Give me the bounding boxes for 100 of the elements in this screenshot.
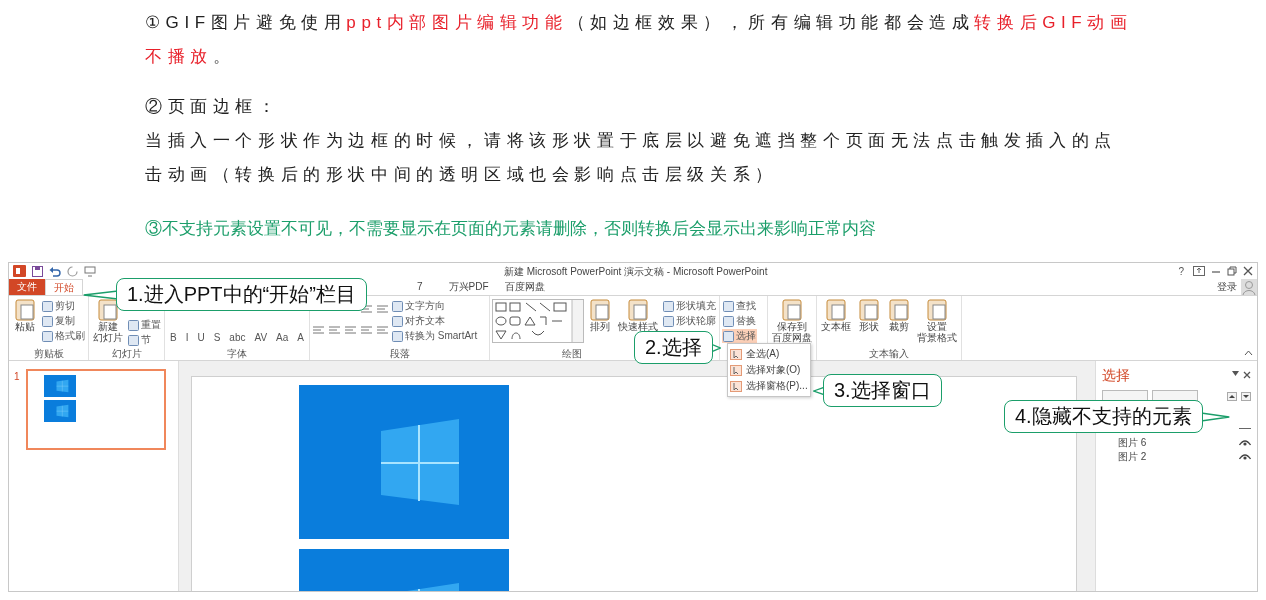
ribbon-button[interactable]: 形状填充	[662, 299, 717, 313]
menu-item[interactable]: 选择窗格(P)...	[730, 378, 808, 394]
group-label: 绘图	[562, 348, 582, 359]
ribbon-options-icon[interactable]	[1193, 266, 1205, 276]
tool-icon	[128, 334, 139, 346]
picture	[43, 375, 76, 397]
format-button[interactable]: abc	[226, 329, 249, 345]
collapse-ribbon-icon[interactable]	[1244, 350, 1253, 356]
format-button[interactable]: I	[182, 329, 192, 345]
format-button[interactable]: AV	[251, 329, 271, 345]
tool-icon	[663, 300, 674, 312]
menu-item[interactable]: 选择对象(O)	[730, 362, 808, 378]
ribbon-tab[interactable]: 开始	[45, 279, 83, 295]
hidden-dash-icon[interactable]	[1239, 427, 1251, 431]
tool-icon	[626, 299, 650, 321]
group-label: 字体	[227, 348, 247, 359]
tool-icon	[925, 299, 949, 321]
eye-icon[interactable]	[1239, 439, 1251, 447]
slide-number: 1	[14, 370, 20, 384]
ribbon-button[interactable]: 设置 背景格式	[915, 299, 959, 343]
tool-icon	[96, 299, 120, 321]
ribbon-button[interactable]: 节	[127, 333, 162, 347]
tool-icon	[42, 300, 53, 312]
tool-icon	[824, 299, 848, 321]
slide-thumbnail[interactable]	[25, 369, 166, 450]
tool-icon	[857, 299, 881, 321]
ribbon-button[interactable]: 保存到 百度网盘	[770, 299, 814, 343]
ribbon-button[interactable]: 选择	[722, 329, 757, 343]
ribbon-button[interactable]: 形状	[855, 299, 883, 332]
ribbon-button[interactable]: 粘贴	[11, 299, 39, 332]
ribbon-button[interactable]: 替换	[722, 314, 757, 328]
tool-icon	[723, 315, 734, 327]
file-tab[interactable]: 文件	[9, 279, 45, 295]
eye-icon[interactable]	[1239, 453, 1251, 461]
tool-icon	[663, 315, 674, 327]
ribbon-button[interactable]: 格式刷	[41, 329, 86, 343]
ribbon-button[interactable]: 重置	[127, 318, 162, 332]
dropdown-icon[interactable]	[1232, 371, 1239, 377]
format-button[interactable]: Aa	[273, 329, 292, 345]
group-label: 幻灯片	[111, 348, 142, 359]
save-icon[interactable]	[32, 265, 43, 277]
move-down-icon[interactable]	[1241, 392, 1251, 402]
group-label: 段落	[389, 348, 410, 359]
tool-icon	[392, 315, 403, 327]
ribbon-button[interactable]: 文字方向	[391, 299, 479, 313]
tool-icon	[42, 315, 53, 327]
tool-icon	[887, 299, 911, 321]
tool-icon	[588, 299, 612, 321]
format-button[interactable]: S	[210, 329, 224, 345]
selection-icon	[730, 348, 742, 360]
ribbon-button[interactable]: 排列	[586, 299, 614, 332]
callout: 1.进入PPT中的“开始”栏目	[116, 278, 367, 311]
tool-icon	[128, 319, 139, 331]
window-title: 新建 Microsoft PowerPoint 演示文稿 - Microsoft PowerPoint	[503, 264, 769, 279]
instruction-text: 当插入一个形状作为边框的时候，请将该形状置于底层以避免遮挡整个页面无法点击触发插入的点击动画（转换后的形状中间的透明区域也会影响点击层级关系）	[145, 130, 1118, 186]
tool-icon	[723, 330, 734, 342]
instruction-text: ①GIF图片避免使用 ppt内部图片编辑功能（如边框效果），所有编辑功能都会造成 转换后GIF动画不播放。	[145, 12, 1134, 68]
ribbon-button[interactable]: 复制	[41, 314, 86, 328]
tool-icon	[13, 299, 37, 321]
layer-item[interactable]: 图片 2	[1118, 449, 1147, 465]
callout: 3.选择窗口	[823, 374, 942, 407]
tool-icon	[392, 300, 403, 312]
ribbon-button[interactable]: 对齐文本	[391, 314, 479, 328]
shapes-gallery[interactable]	[492, 299, 584, 343]
format-button[interactable]: U	[194, 329, 208, 345]
tool-icon	[723, 300, 734, 312]
group-label: 剪贴板	[33, 348, 64, 359]
ribbon-button[interactable]: 裁剪	[885, 299, 913, 332]
callout: 2.选择	[634, 331, 713, 364]
redo-icon[interactable]	[67, 265, 78, 277]
ribbon-tab[interactable]: 7	[409, 279, 431, 295]
pane-title: 选择	[1102, 367, 1130, 384]
tool-icon	[392, 330, 403, 342]
ribbon-button[interactable]: 转换为 SmartArt	[391, 329, 479, 343]
selection-icon	[730, 364, 742, 376]
tool-icon	[780, 299, 804, 321]
menu-item[interactable]: 全选(A)	[730, 346, 808, 362]
ribbon-button[interactable]: 查找	[722, 299, 757, 313]
ribbon-tab[interactable]: 百度网盘	[496, 279, 553, 295]
format-button[interactable]: A	[294, 329, 307, 345]
restore-icon[interactable]	[1227, 266, 1237, 276]
sign-in-link[interactable]: 登录	[1213, 279, 1241, 295]
instruction-text: ③不支持元素设置不可见，不需要显示在页面的元素请删除，否则转换后会显示出来影响正常内容	[145, 218, 877, 240]
move-up-icon[interactable]	[1227, 392, 1237, 402]
layer-item[interactable]: 图片 6	[1118, 435, 1147, 451]
format-button[interactable]: B	[167, 329, 180, 345]
close-icon[interactable]	[1243, 371, 1251, 380]
ribbon-tab[interactable]: 万兴PDF	[440, 279, 497, 295]
app-logo-icon	[13, 265, 26, 277]
presentation-icon[interactable]	[84, 265, 96, 277]
ribbon-button[interactable]: 快速样式	[616, 299, 660, 332]
tool-icon	[42, 330, 53, 342]
ribbon-button[interactable]: 剪切	[41, 299, 86, 313]
ribbon-button[interactable]: 文本框	[819, 299, 853, 332]
ribbon-button[interactable]: 形状轮廓	[662, 314, 717, 328]
group-label: 文本输入	[869, 348, 909, 359]
close-icon[interactable]	[1243, 266, 1253, 276]
help-button[interactable]: ?	[1175, 263, 1187, 279]
undo-icon[interactable]	[49, 265, 61, 277]
instruction-text: ②页面边框：	[145, 96, 282, 118]
